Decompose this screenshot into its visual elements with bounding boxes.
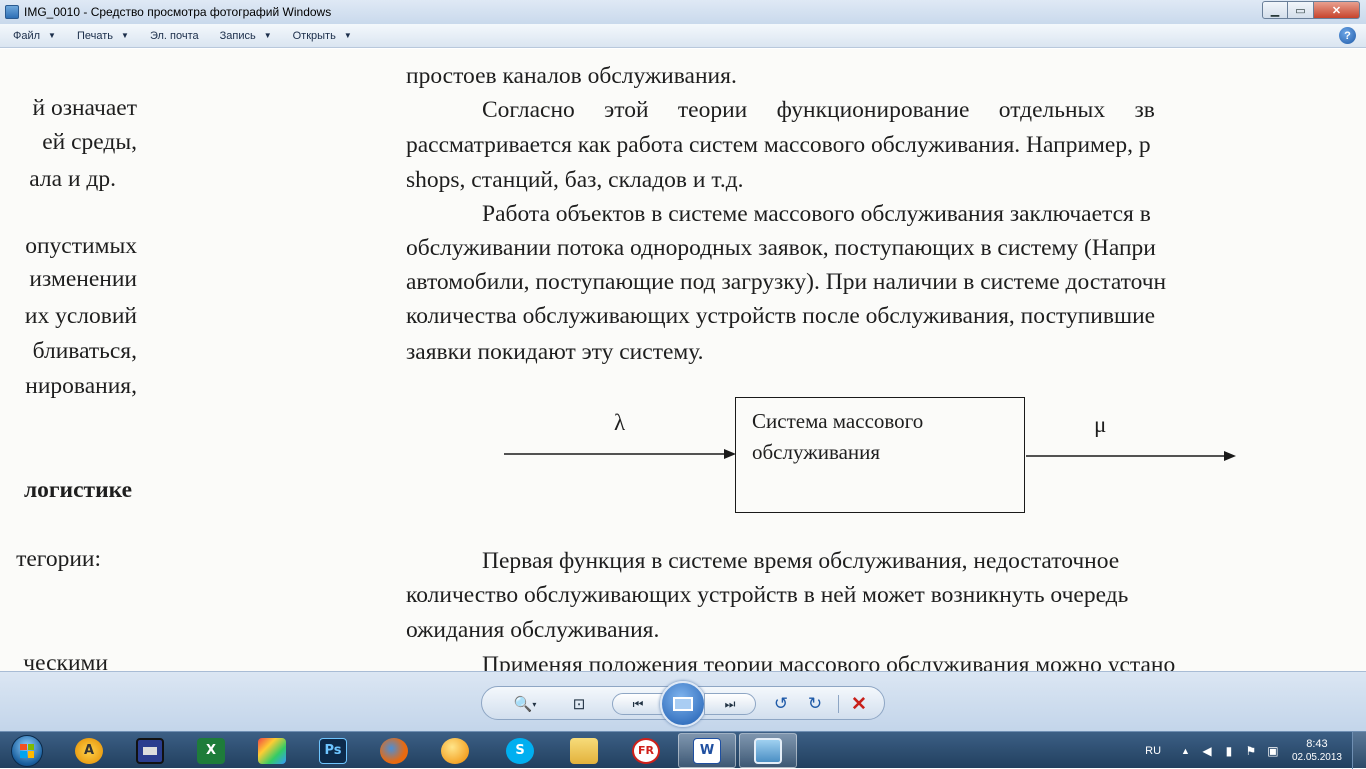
previous-icon: ⏮ xyxy=(632,696,644,711)
box-label-line2: обслуживания xyxy=(752,440,881,464)
menu-open[interactable]: Открыть ▼ xyxy=(280,25,360,47)
help-icon[interactable]: ? xyxy=(1339,27,1356,44)
divider xyxy=(838,695,839,713)
output-arrowhead xyxy=(1224,451,1236,461)
taskbar-app-word[interactable]: W xyxy=(678,733,736,768)
system-tray: RU ▲ ◀ ▮ ⚑ ▣ 8:43 02.05.2013 xyxy=(1145,732,1366,769)
finereader-icon: FR xyxy=(632,737,660,764)
taskbar-app-photo-viewer[interactable] xyxy=(739,733,797,768)
actual-size-icon[interactable]: ⊡ xyxy=(568,693,590,715)
next-icon: ⏭ xyxy=(724,696,736,711)
taskbar-app-aimp[interactable]: A xyxy=(60,733,118,768)
menu-print[interactable]: Печать ▼ xyxy=(64,25,137,47)
taskbar-app-finereader[interactable]: FR xyxy=(617,733,675,768)
chevron-down-icon: ▼ xyxy=(48,31,56,40)
chevron-down-icon: ▼ xyxy=(343,31,352,40)
maximize-button[interactable]: ▭ xyxy=(1288,1,1314,19)
diagram-arrows xyxy=(504,449,1236,461)
output-flow-label: μ xyxy=(1094,412,1107,437)
menu-file[interactable]: Файл ▼ xyxy=(0,25,64,47)
chevron-down-icon: ▼ xyxy=(263,31,272,40)
explorer-folder-icon xyxy=(570,737,598,764)
delete-icon[interactable]: ✕ xyxy=(848,693,870,715)
gold-sphere-icon xyxy=(441,737,469,764)
taskbar-app-save[interactable] xyxy=(121,733,179,768)
rotate-right-icon[interactable]: ↻ xyxy=(804,693,826,715)
menu-open-label: Открыть xyxy=(292,29,336,42)
window-title: IMG_0010 - Средство просмотра фотографий… xyxy=(24,5,332,19)
taskbar-app-skype[interactable]: S xyxy=(491,733,549,768)
previous-button[interactable]: ⏮ xyxy=(612,693,664,715)
slideshow-icon xyxy=(673,697,693,711)
minimize-button[interactable]: ▁ xyxy=(1262,1,1288,19)
input-flow-label: λ xyxy=(614,410,626,435)
excel-icon: X xyxy=(197,737,225,764)
taskbar-app-explorer[interactable] xyxy=(555,733,613,768)
slideshow-button[interactable] xyxy=(660,681,706,727)
viewer-control-bar: 🔍 ▾ ⊡ ⏮ ⏭ ↺ ↻ ✕ xyxy=(0,671,1366,731)
battery-icon[interactable]: ▮ xyxy=(1222,744,1236,758)
menu-file-label: Файл xyxy=(13,29,41,42)
language-indicator[interactable]: RU xyxy=(1145,745,1161,757)
chevron-down-icon: ▼ xyxy=(121,31,129,40)
volume-icon[interactable]: ◀ xyxy=(1200,744,1214,758)
menu-print-label: Печать xyxy=(76,29,114,42)
photo-canvas[interactable]: й означает ей среды, ала и др. опустимых… xyxy=(0,49,1366,671)
network-icon[interactable]: ▣ xyxy=(1266,744,1280,758)
close-button[interactable]: ✕ xyxy=(1314,1,1360,19)
show-hidden-icons-icon[interactable]: ▲ xyxy=(1181,746,1190,756)
clock-date: 02.05.2013 xyxy=(1291,751,1342,763)
next-button[interactable]: ⏭ xyxy=(704,693,756,715)
clock-time: 8:43 xyxy=(1306,737,1328,750)
taskbar: A X Ps S FR W RU ▲ ◀ ▮ ⚑ ▣ 8:43 02.05.20… xyxy=(0,731,1366,769)
save-disk-icon xyxy=(136,737,164,764)
right-text-line: Первая функция в системе время обслужива… xyxy=(482,548,1120,574)
menu-burn-label: Запись xyxy=(219,29,256,42)
taskbar-app-firefox[interactable] xyxy=(365,733,423,768)
taskbar-app-sphere[interactable] xyxy=(426,733,484,768)
start-button[interactable] xyxy=(4,733,50,768)
menu-email[interactable]: Эл. почта xyxy=(137,25,207,47)
right-text-line: ожидания обслуживания. xyxy=(406,617,660,643)
window-controls: ▁ ▭ ✕ xyxy=(1262,1,1360,19)
word-icon: W xyxy=(693,737,721,764)
taskbar-app-excel[interactable]: X xyxy=(182,733,240,768)
photo-viewer-icon xyxy=(754,737,782,764)
menu-bar: Файл ▼ Печать ▼ Эл. почта Запись ▼ Открыть ▼… xyxy=(0,24,1366,48)
paint-icon xyxy=(258,737,286,764)
windows-logo-icon xyxy=(11,734,43,767)
clock[interactable]: 8:43 02.05.2013 xyxy=(1292,738,1342,764)
right-text-line: количество обслуживающих устройств в ней… xyxy=(406,582,1129,608)
aimp-icon: A xyxy=(75,737,103,764)
title-bar: IMG_0010 - Средство просмотра фотографий… xyxy=(0,0,1366,24)
photo-viewer-app-icon[interactable] xyxy=(5,5,19,19)
taskbar-app-paint[interactable] xyxy=(243,733,301,768)
menu-email-label: Эл. почта xyxy=(149,29,199,42)
rotate-left-icon[interactable]: ↺ xyxy=(770,693,792,715)
zoom-icon[interactable]: 🔍 ▾ xyxy=(508,693,542,715)
action-center-icon[interactable]: ⚑ xyxy=(1244,744,1258,758)
skype-icon: S xyxy=(506,737,534,764)
control-pill: 🔍 ▾ ⊡ ⏮ ⏭ ↺ ↻ ✕ xyxy=(481,681,885,727)
show-desktop-button[interactable] xyxy=(1352,732,1366,769)
taskbar-app-photoshop[interactable]: Ps xyxy=(304,733,362,768)
box-label-line1: Система массового xyxy=(752,409,924,433)
firefox-icon xyxy=(380,737,408,764)
photoshop-icon: Ps xyxy=(319,737,347,764)
menu-burn[interactable]: Запись ▼ xyxy=(207,25,280,47)
right-text-line: Применяя положения теории массового обсл… xyxy=(482,652,1176,671)
